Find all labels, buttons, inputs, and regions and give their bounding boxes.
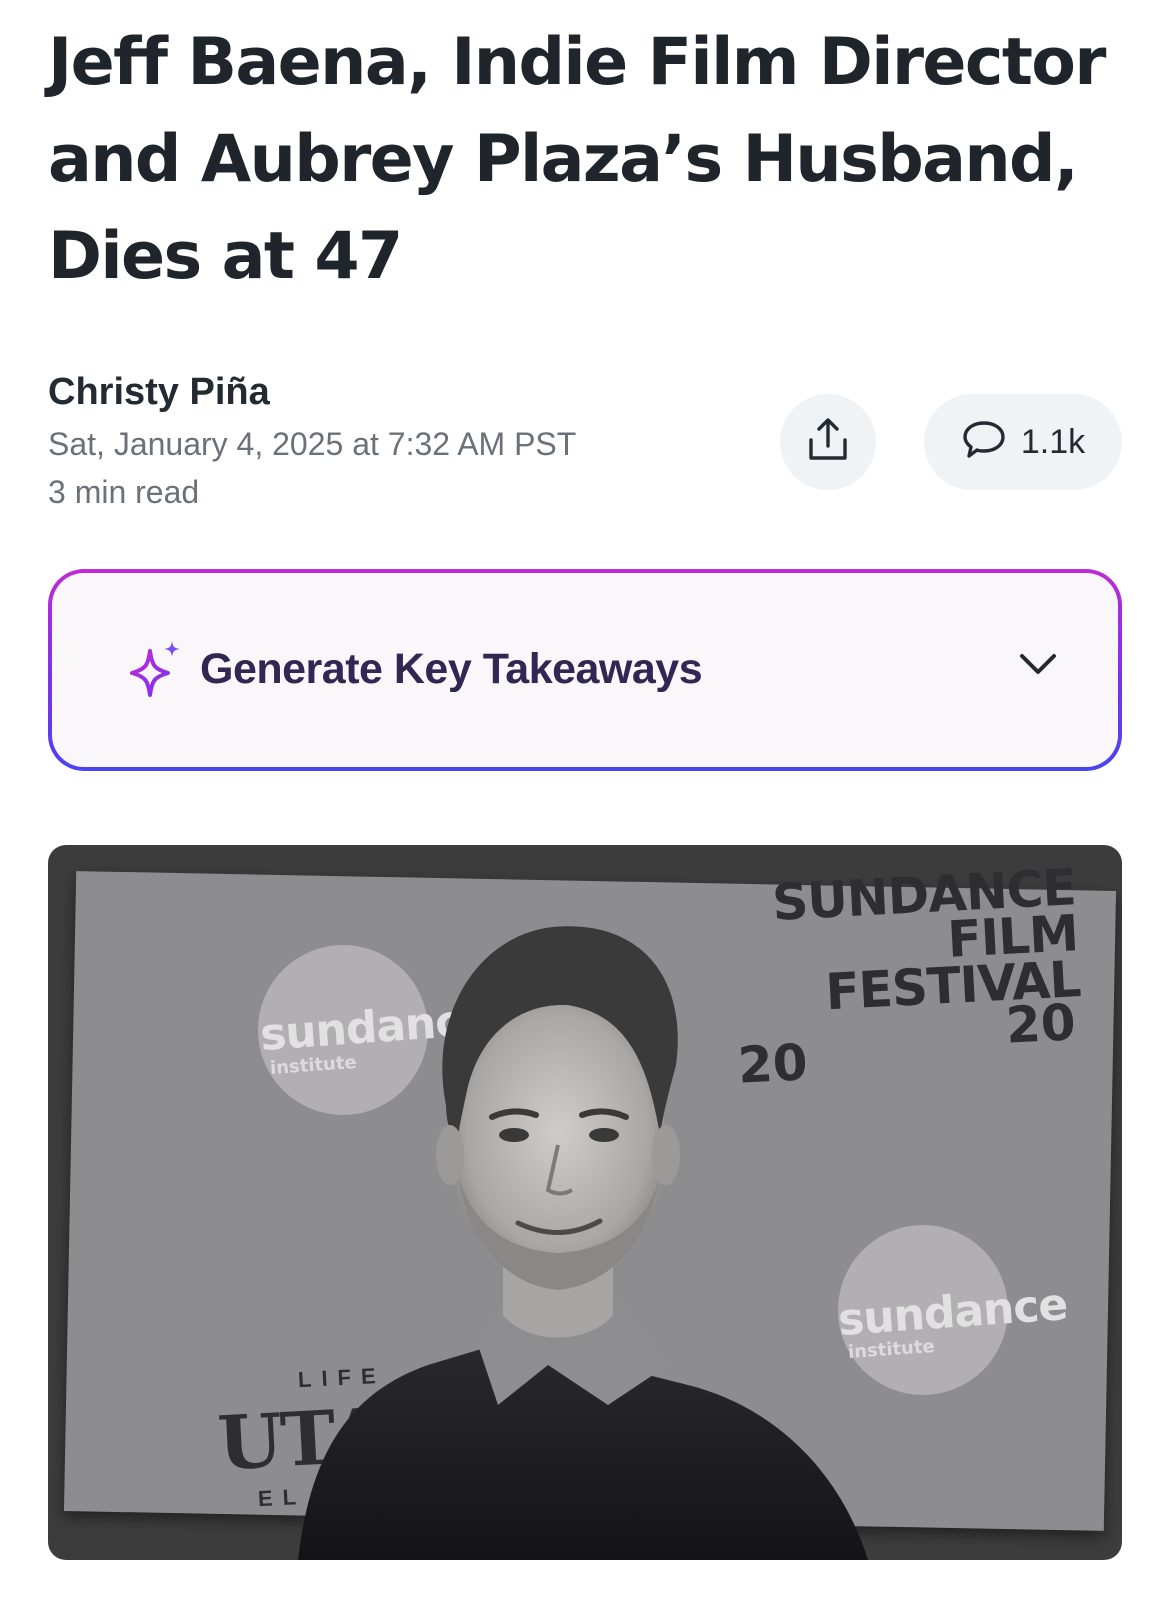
hero-photo: sundanc institute sundance institute SUN… [48, 845, 1122, 1560]
byline: Christy Piña Sat, January 4, 2025 at 7:3… [48, 370, 576, 512]
sparkle-icon [124, 639, 188, 708]
comment-bubble-icon [961, 419, 1007, 466]
comment-count: 1.1k [1020, 422, 1086, 461]
comments-button[interactable]: 1.1k [924, 394, 1122, 490]
portrait-figure [298, 926, 868, 1560]
takeaways-label: Generate Key Takeaways [200, 645, 703, 693]
author-name[interactable]: Christy Piña [48, 370, 576, 414]
article-headline: Jeff Baena, Indie Film Director and Aubr… [48, 25, 1106, 294]
publish-date: Sat, January 4, 2025 at 7:32 AM PST [48, 426, 577, 462]
share-icon [806, 416, 850, 469]
generate-key-takeaways-button[interactable]: Generate Key Takeaways [48, 569, 1122, 771]
chevron-down-icon[interactable] [1018, 651, 1058, 682]
article-page: Jeff Baena, Indie Film Director and Aubr… [0, 0, 1170, 1602]
takeaways-panel: Generate Key Takeaways [52, 573, 1118, 767]
share-button[interactable] [780, 394, 876, 490]
read-time: 3 min read [48, 474, 200, 510]
